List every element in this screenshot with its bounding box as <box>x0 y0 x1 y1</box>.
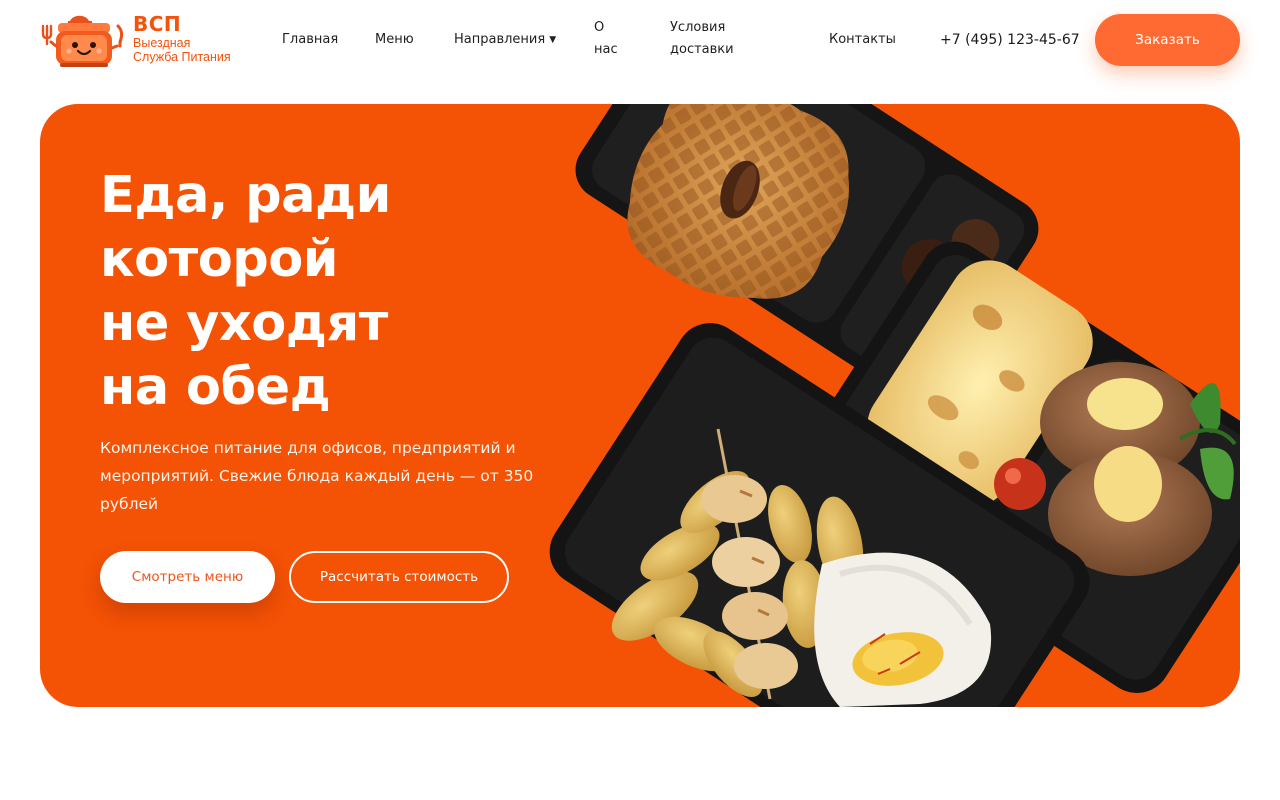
logo-title: ВСП <box>133 12 182 36</box>
hero-title-line: на обед <box>100 358 331 417</box>
nav-about[interactable]: Онас <box>594 17 618 61</box>
view-menu-button[interactable]: Смотреть меню <box>100 551 275 603</box>
site-header: ВСП Выездная Служба Питания Главная Меню… <box>0 0 1280 80</box>
hero-title: Еда, ради которой не уходят на обед <box>100 164 580 420</box>
nav-delivery-line2: доставки <box>670 42 734 57</box>
logo-subtitle-line2: Служба Питания <box>133 50 231 64</box>
hero-title-line: не уходят <box>100 294 388 353</box>
nav-directions[interactable]: Направления ▼ <box>454 29 556 51</box>
nav-contacts[interactable]: Контакты <box>829 29 896 51</box>
nav-home[interactable]: Главная <box>282 29 338 51</box>
phone-link[interactable]: +7 (495) 123-45-67 <box>940 29 1080 51</box>
calculate-cost-button[interactable]: Рассчитать стоимость <box>289 551 509 603</box>
nav-about-line1: О <box>594 20 605 35</box>
nav-about-line2: нас <box>594 42 618 57</box>
hero-description: Комплексное питание для офисов, предприя… <box>100 439 534 513</box>
nav-menu[interactable]: Меню <box>375 29 414 51</box>
order-button[interactable]: Заказать <box>1095 14 1240 66</box>
chevron-down-icon: ▼ <box>549 35 557 45</box>
nav-delivery[interactable]: Условия доставки <box>670 17 734 61</box>
logo-subtitle-line1: Выездная <box>133 36 191 50</box>
hero-banner: Еда, ради которой не уходят на обед Комп… <box>40 104 1240 707</box>
nav-directions-label: Направления <box>454 32 546 47</box>
hero-title-line: Еда, ради <box>100 166 391 225</box>
logo-text: ВСП Выездная Служба Питания <box>133 12 231 64</box>
hero-title-line: которой <box>100 230 339 289</box>
lunchbox-mascot-icon <box>41 15 124 67</box>
nav-delivery-line1: Условия <box>670 20 726 35</box>
logo[interactable]: ВСП Выездная Служба Питания <box>40 12 240 70</box>
